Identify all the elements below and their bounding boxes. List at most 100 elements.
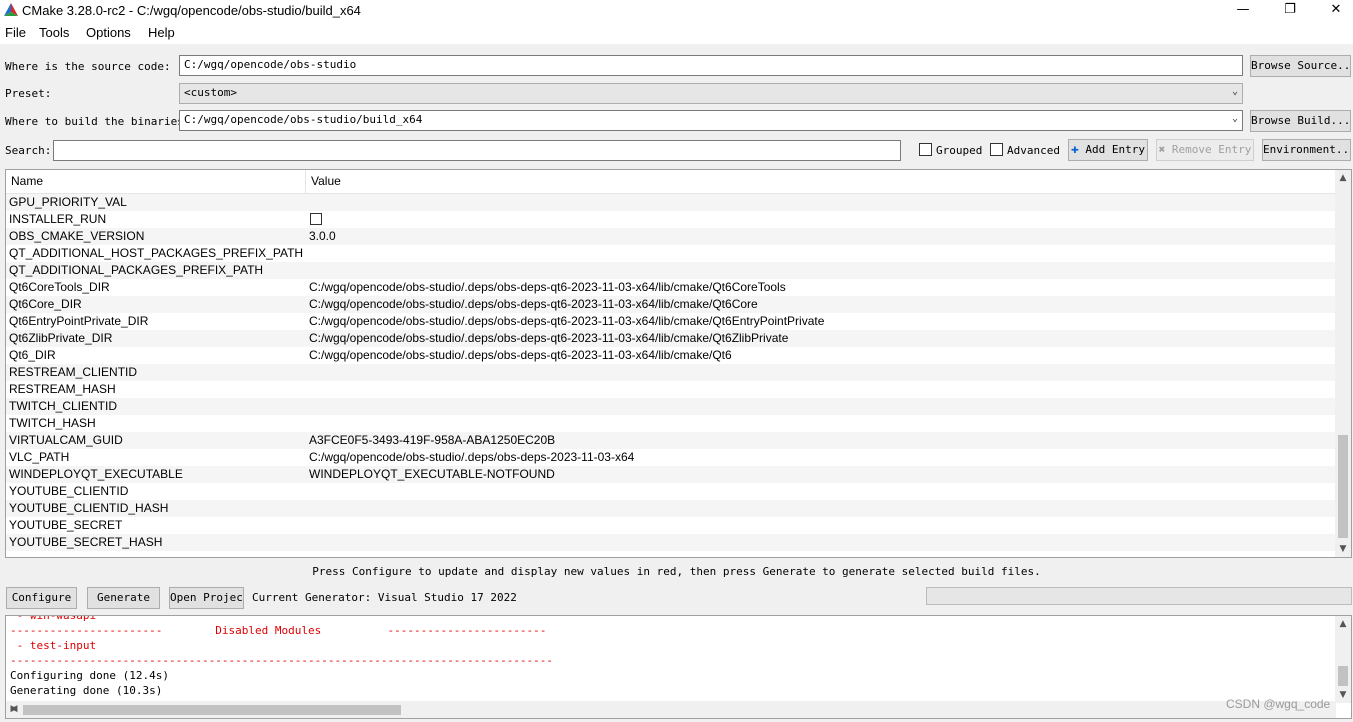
minimize-button[interactable]: — bbox=[1220, 0, 1266, 22]
table-row[interactable]: GPU_PRIORITY_VAL bbox=[6, 194, 1336, 211]
menu-file[interactable]: File bbox=[5, 25, 26, 40]
table-row[interactable]: TWITCH_CLIENTID bbox=[6, 398, 1336, 415]
output-vertical-scrollbar[interactable]: ▲ ▼ bbox=[1335, 616, 1351, 703]
cell-name: WINDEPLOYQT_EXECUTABLE bbox=[9, 467, 183, 481]
table-row[interactable]: Qt6_DIR C:/wgq/opencode/obs-studio/.deps/… bbox=[6, 347, 1336, 364]
search-input[interactable] bbox=[53, 140, 901, 161]
cell-value[interactable]: WINDEPLOYQT_EXECUTABLE-NOTFOUND bbox=[309, 466, 555, 483]
cache-table: Name Value GPU_PRIORITY_VAL INSTALLER_RUN… bbox=[5, 169, 1352, 558]
log-line: Configuring done (12.4s) bbox=[10, 669, 169, 682]
table-row[interactable]: YOUTUBE_SECRET bbox=[6, 517, 1336, 534]
table-row[interactable]: Qt6EntryPointPrivate_DIR C:/wgq/opencode/… bbox=[6, 313, 1336, 330]
table-row[interactable]: WINDEPLOYQT_EXECUTABLE WINDEPLOYQT_EXECUT… bbox=[6, 466, 1336, 483]
table-row[interactable]: QT_ADDITIONAL_PACKAGES_PREFIX_PATH bbox=[6, 262, 1336, 279]
build-path-value: C:/wgq/opencode/obs-studio/build_x64 bbox=[184, 113, 423, 126]
cell-value[interactable]: C:/wgq/opencode/obs-studio/.deps/obs-dep… bbox=[309, 449, 634, 466]
output-lines: - win-wasapi ----------------------- Disa… bbox=[10, 615, 553, 698]
build-label: Where to build the binaries: bbox=[5, 115, 191, 128]
output-horizontal-scrollbar[interactable]: ◀ ▶ bbox=[6, 701, 1336, 718]
table-row[interactable]: RESTREAM_CLIENTID bbox=[6, 364, 1336, 381]
cell-value[interactable]: C:/wgq/opencode/obs-studio/.deps/obs-dep… bbox=[309, 347, 732, 364]
window-title: CMake 3.28.0-rc2 - C:/wgq/opencode/obs-s… bbox=[22, 3, 361, 18]
scrollbar-thumb[interactable] bbox=[23, 705, 401, 715]
cell-name: YOUTUBE_SECRET_HASH bbox=[9, 535, 163, 549]
grouped-label: Grouped bbox=[936, 144, 983, 157]
cell-value[interactable]: 3.0.0 bbox=[309, 228, 336, 245]
maximize-button[interactable]: ❐ bbox=[1267, 0, 1313, 22]
preset-value: <custom> bbox=[184, 86, 237, 99]
scroll-down-icon[interactable]: ▼ bbox=[1335, 541, 1351, 557]
table-row[interactable]: YOUTUBE_CLIENTID bbox=[6, 483, 1336, 500]
table-row[interactable]: VIRTUALCAM_GUID A3FCE0F5-3493-419F-958A-A… bbox=[6, 432, 1336, 449]
remove-entry-button[interactable]: ✖ Remove Entry bbox=[1156, 139, 1254, 161]
configure-hint-text: Press Configure to update and display ne… bbox=[312, 565, 1041, 578]
open-project-button[interactable]: Open Project bbox=[169, 587, 244, 609]
cell-value[interactable]: C:/wgq/opencode/obs-studio/.deps/obs-dep… bbox=[309, 313, 824, 330]
value-checkbox[interactable] bbox=[310, 213, 322, 225]
scroll-down-icon[interactable]: ▼ bbox=[1335, 687, 1351, 703]
log-line: ----------------------- Disabled Modules… bbox=[10, 624, 547, 637]
cell-name: INSTALLER_RUN bbox=[9, 212, 107, 226]
cell-name: YOUTUBE_CLIENTID bbox=[9, 484, 129, 498]
column-header-name[interactable]: Name bbox=[11, 174, 43, 188]
scrollbar-thumb[interactable] bbox=[1338, 435, 1348, 538]
preset-select[interactable]: <custom> ⌄ bbox=[179, 83, 1243, 104]
scroll-up-icon[interactable]: ▲ bbox=[1335, 616, 1351, 632]
table-row[interactable]: Qt6ZlibPrivate_DIR C:/wgq/opencode/obs-st… bbox=[6, 330, 1336, 347]
column-header-value[interactable]: Value bbox=[311, 174, 341, 188]
menu-tools[interactable]: Tools bbox=[39, 25, 69, 40]
table-row[interactable]: INSTALLER_RUN bbox=[6, 211, 1336, 228]
table-vertical-scrollbar[interactable]: ▲ ▼ bbox=[1335, 170, 1351, 557]
source-path-input[interactable]: C:/wgq/opencode/obs-studio bbox=[179, 55, 1243, 76]
cell-value[interactable]: C:/wgq/opencode/obs-studio/.deps/obs-dep… bbox=[309, 279, 786, 296]
cell-value[interactable]: A3FCE0F5-3493-419F-958A-ABA1250EC20B bbox=[309, 432, 555, 449]
close-button[interactable]: ✕ bbox=[1313, 0, 1353, 22]
cell-name: Qt6Core_DIR bbox=[9, 297, 82, 311]
preset-label: Preset: bbox=[5, 87, 52, 100]
table-row[interactable]: OBS_CMAKE_VERSION 3.0.0 bbox=[6, 228, 1336, 245]
log-line: - win-wasapi bbox=[10, 615, 97, 622]
cell-name: VLC_PATH bbox=[9, 450, 70, 464]
search-label: Search: bbox=[5, 144, 52, 157]
menu-options[interactable]: Options bbox=[86, 25, 131, 40]
table-row[interactable]: YOUTUBE_CLIENTID_HASH bbox=[6, 500, 1336, 517]
configure-button[interactable]: Configure bbox=[6, 587, 77, 609]
cmake-logo-icon bbox=[4, 3, 18, 16]
table-row[interactable]: QT_ADDITIONAL_HOST_PACKAGES_PREFIX_PATH bbox=[6, 245, 1336, 262]
table-header: Name Value bbox=[6, 170, 1336, 194]
output-log[interactable]: - win-wasapi ----------------------- Disa… bbox=[5, 615, 1352, 719]
cell-name: YOUTUBE_CLIENTID_HASH bbox=[9, 501, 169, 515]
table-row[interactable]: Qt6Core_DIR C:/wgq/opencode/obs-studio/.d… bbox=[6, 296, 1336, 313]
chevron-down-icon: ⌄ bbox=[1231, 113, 1238, 124]
table-row[interactable]: RESTREAM_HASH bbox=[6, 381, 1336, 398]
menu-help[interactable]: Help bbox=[148, 25, 175, 40]
table-row[interactable]: Qt6CoreTools_DIR C:/wgq/opencode/obs-stud… bbox=[6, 279, 1336, 296]
plus-icon: ✚ bbox=[1070, 142, 1079, 157]
cell-name: Qt6EntryPointPrivate_DIR bbox=[9, 314, 149, 328]
add-entry-label: Add Entry bbox=[1085, 143, 1146, 156]
build-path-combo[interactable]: C:/wgq/opencode/obs-studio/build_x64 ⌄ bbox=[179, 110, 1243, 131]
table-row[interactable]: VLC_PATH C:/wgq/opencode/obs-studio/.deps… bbox=[6, 449, 1336, 466]
scroll-right-icon[interactable]: ▶ bbox=[6, 701, 22, 717]
cell-name: TWITCH_CLIENTID bbox=[9, 399, 117, 413]
cell-name: QT_ADDITIONAL_HOST_PACKAGES_PREFIX_PATH bbox=[9, 246, 304, 260]
add-entry-button[interactable]: ✚ Add Entry bbox=[1068, 139, 1148, 161]
table-row[interactable]: TWITCH_HASH bbox=[6, 415, 1336, 432]
cell-name: RESTREAM_HASH bbox=[9, 382, 116, 396]
grouped-checkbox[interactable] bbox=[919, 143, 932, 156]
browse-build-button[interactable]: Browse Build... bbox=[1250, 110, 1351, 132]
cell-name: Qt6CoreTools_DIR bbox=[9, 280, 110, 294]
source-label: Where is the source code: bbox=[5, 60, 171, 73]
cell-value[interactable]: C:/wgq/opencode/obs-studio/.deps/obs-dep… bbox=[309, 330, 788, 347]
generate-button[interactable]: Generate bbox=[87, 587, 160, 609]
remove-entry-label: Remove Entry bbox=[1171, 143, 1252, 156]
environment-button[interactable]: Environment... bbox=[1262, 139, 1351, 161]
cell-value[interactable]: C:/wgq/opencode/obs-studio/.deps/obs-dep… bbox=[309, 296, 758, 313]
advanced-checkbox[interactable] bbox=[990, 143, 1003, 156]
log-line: Generating done (10.3s) bbox=[10, 684, 163, 697]
table-row[interactable]: YOUTUBE_SECRET_HASH bbox=[6, 534, 1336, 551]
scroll-up-icon[interactable]: ▲ bbox=[1335, 170, 1351, 186]
browse-source-button[interactable]: Browse Source... bbox=[1250, 55, 1351, 77]
menu-bar: File Tools Options Help bbox=[0, 22, 1353, 44]
scrollbar-thumb[interactable] bbox=[1338, 666, 1348, 686]
